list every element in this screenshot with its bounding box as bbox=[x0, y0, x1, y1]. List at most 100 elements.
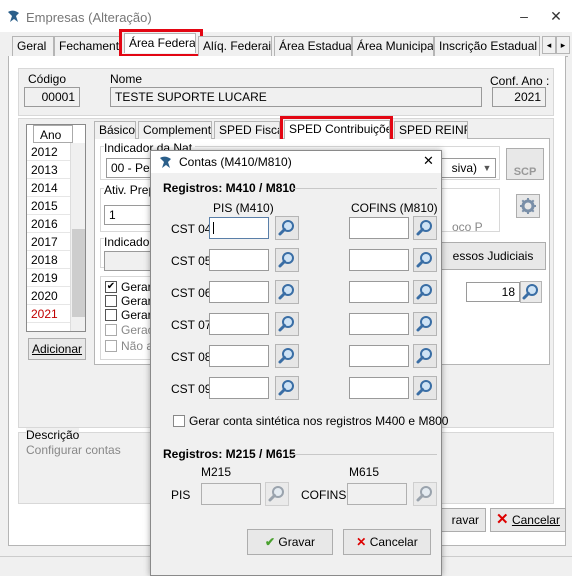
search-icon bbox=[278, 380, 294, 396]
cofins-cst-search-button[interactable] bbox=[413, 376, 437, 400]
tab-scroll-left[interactable]: ◂ bbox=[542, 36, 556, 54]
cofins-cst-search-button[interactable] bbox=[413, 344, 437, 368]
tab-fechamento[interactable]: Fechamento bbox=[54, 36, 120, 56]
cancelar-button[interactable]: ✕ Cancelar bbox=[343, 529, 431, 555]
pis-cst-search-button[interactable] bbox=[275, 280, 299, 304]
pis-cst-search-button[interactable] bbox=[275, 312, 299, 336]
pis-cst-search-button[interactable] bbox=[275, 216, 299, 240]
tab-inscricao-estadual[interactable]: Inscrição Estadual S bbox=[434, 36, 540, 56]
cst-label: CST 06 bbox=[171, 286, 212, 300]
subtab-sped-fiscal[interactable]: SPED Fiscal bbox=[214, 121, 280, 139]
dialog-app-icon bbox=[160, 156, 171, 168]
close-icon[interactable]: ✕ bbox=[546, 8, 566, 26]
processos-judiciais-button[interactable]: essos Judiciais bbox=[440, 242, 546, 270]
cofins-cst-field[interactable] bbox=[349, 377, 409, 399]
gerar-checkbox-2[interactable] bbox=[105, 295, 117, 307]
tab-scroll-right[interactable]: ▸ bbox=[556, 36, 570, 54]
codigo-label: Código bbox=[28, 72, 67, 86]
tab-aliq-federais[interactable]: Alíq. Federais bbox=[198, 36, 272, 56]
search-icon bbox=[416, 380, 432, 396]
dialog-close-icon[interactable]: ✕ bbox=[423, 153, 434, 169]
search-icon bbox=[416, 252, 432, 268]
gerar-sintetica-label: Gerar conta sintética nos registros M400… bbox=[189, 414, 449, 428]
cst-label: CST 04 bbox=[171, 222, 212, 236]
minimize-icon[interactable]: – bbox=[514, 8, 534, 26]
subtab-complemento[interactable]: Complemento bbox=[138, 121, 212, 139]
year-list-header: Ano bbox=[33, 125, 73, 143]
year-list-scrollbar[interactable] bbox=[70, 143, 85, 331]
search-icon bbox=[278, 252, 294, 268]
nao-label: Não a bbox=[121, 339, 154, 353]
m615-field[interactable] bbox=[347, 483, 407, 505]
gerar-sintetica-checkbox[interactable] bbox=[173, 415, 185, 427]
scrollbar-thumb[interactable] bbox=[72, 229, 85, 317]
cofins-cst-field[interactable] bbox=[349, 281, 409, 303]
m215-label: M215 bbox=[201, 465, 232, 479]
pis-header: PIS (M410) bbox=[213, 201, 274, 215]
gerar-label-2: Gerar bbox=[121, 294, 152, 308]
pis-cst-field[interactable] bbox=[209, 281, 269, 303]
section-m215-title: Registros: M215 / M615 bbox=[163, 447, 296, 461]
subtab-basico[interactable]: Básico bbox=[94, 121, 136, 139]
main-cancelar-button[interactable]: ✕ Cancelar bbox=[490, 508, 566, 532]
geracao-checkbox[interactable] bbox=[105, 324, 117, 336]
m615-label: M615 bbox=[349, 465, 380, 479]
cofins-header: COFINS (M810) bbox=[351, 201, 438, 215]
cancel-x-icon: ✕ bbox=[496, 511, 509, 528]
ativ-field[interactable]: 1 bbox=[104, 205, 154, 225]
pis-cst-search-button[interactable] bbox=[275, 376, 299, 400]
cofins-cst-field[interactable] bbox=[349, 345, 409, 367]
tab-geral[interactable]: Geral bbox=[12, 36, 54, 56]
pis-cst-search-button[interactable] bbox=[275, 344, 299, 368]
indicador2-field[interactable] bbox=[104, 251, 152, 271]
pis-cst-field[interactable] bbox=[209, 377, 269, 399]
cofins-cst-field[interactable] bbox=[349, 217, 409, 239]
conf-ano-label: Conf. Ano : bbox=[490, 74, 550, 88]
search-icon bbox=[522, 284, 538, 300]
cofins-cst-search-button[interactable] bbox=[413, 312, 437, 336]
cofins-label: COFINS bbox=[301, 488, 347, 502]
cofins-cst-search-button[interactable] bbox=[413, 280, 437, 304]
conf-ano-field[interactable]: 2021 bbox=[492, 87, 546, 107]
pis-cst-field[interactable] bbox=[209, 345, 269, 367]
cofins-cst-field[interactable] bbox=[349, 249, 409, 271]
subtab-sped-reinf[interactable]: SPED REINF bbox=[394, 121, 468, 139]
cst-label: CST 08 bbox=[171, 350, 212, 364]
nao-checkbox[interactable] bbox=[105, 340, 117, 352]
cofins-cst-search-button[interactable] bbox=[413, 248, 437, 272]
cst-label: CST 05 bbox=[171, 254, 212, 268]
gerar-checkbox-3[interactable] bbox=[105, 309, 117, 321]
cofins-cst-field[interactable] bbox=[349, 313, 409, 335]
number-field[interactable]: 18 bbox=[466, 282, 520, 302]
scp-button[interactable]: SCP bbox=[506, 148, 544, 180]
pis-cst-field[interactable] bbox=[209, 249, 269, 271]
search-icon bbox=[416, 348, 432, 364]
m615-search-button[interactable] bbox=[413, 482, 437, 506]
tab-area-estadual[interactable]: Área Estadual bbox=[274, 36, 352, 56]
section-m410-title: Registros: M410 / M810 bbox=[163, 181, 296, 195]
dropdown-arrow-icon[interactable]: ▼ bbox=[480, 159, 494, 177]
m215-search-button[interactable] bbox=[265, 482, 289, 506]
year-list[interactable]: Ano 2012 2013 2014 2015 2016 2017 2018 2… bbox=[26, 124, 86, 332]
pis-cst-field[interactable] bbox=[209, 313, 269, 335]
number-search-button[interactable] bbox=[520, 281, 542, 303]
gravar-button[interactable]: ✔ Gravar bbox=[247, 529, 333, 555]
adicionar-button[interactable]: Adicionar bbox=[28, 338, 86, 360]
pis-cst-field[interactable] bbox=[209, 217, 269, 239]
search-icon bbox=[278, 220, 294, 236]
indicador2-label: Indicador bbox=[104, 235, 154, 249]
cancel-x-icon: ✕ bbox=[356, 535, 367, 549]
codigo-field[interactable]: 00001 bbox=[24, 87, 80, 107]
tab-area-municipal[interactable]: Área Municipal bbox=[352, 36, 434, 56]
search-icon bbox=[416, 220, 432, 236]
window-title: Empresas (Alteração) bbox=[26, 10, 152, 25]
gerar-checkbox-1[interactable]: ✔ bbox=[105, 281, 117, 293]
m215-field[interactable] bbox=[201, 483, 261, 505]
ativ-label: Ativ. Prep bbox=[104, 183, 156, 197]
cofins-cst-search-button[interactable] bbox=[413, 216, 437, 240]
nome-field[interactable]: TESTE SUPORTE LUCARE bbox=[110, 87, 482, 107]
main-cancelar-label: Cancelar bbox=[511, 513, 560, 527]
descricao-label: Descrição bbox=[26, 428, 80, 442]
pis-cst-search-button[interactable] bbox=[275, 248, 299, 272]
settings-button[interactable] bbox=[516, 194, 540, 218]
